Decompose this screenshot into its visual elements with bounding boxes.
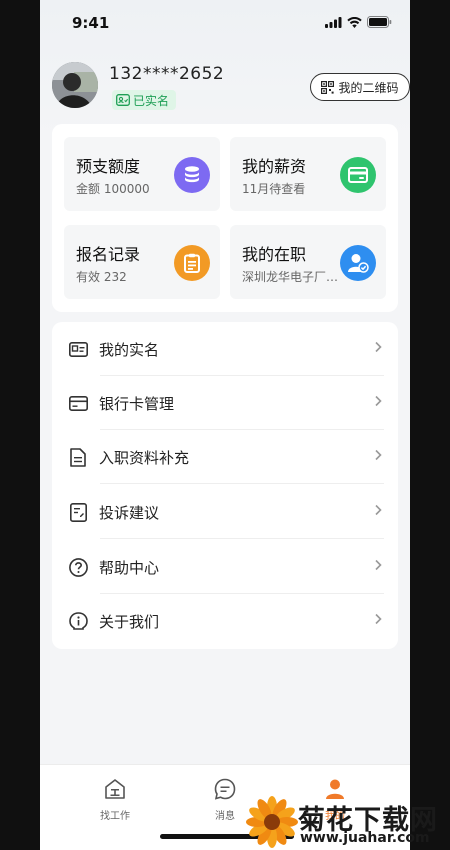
signal-icon [325,16,342,28]
screen: 9:41 132****2652 已实名 我的二维码 预支额度 金额 10000… [40,0,410,850]
watermark: 菊花下载网 www.juahar.com [242,792,450,850]
watermark-url: www.juahar.com [300,830,430,846]
qr-code-label: 我的二维码 [338,80,399,95]
quick-cards-panel: 预支额度 金额 100000 我的薪资 11月待查看 报名记录 有效 232 我… [52,124,398,312]
card-my-employment[interactable]: 我的在职 深圳龙华电子厂… [230,225,386,299]
clipboard-icon [174,245,210,281]
chevron-right-icon [375,504,382,516]
card-title: 预支额度 [76,157,141,176]
menu-item-real-name[interactable]: 我的实名 [52,322,398,376]
menu-label: 银行卡管理 [99,394,175,413]
avatar[interactable] [52,62,98,108]
card-title: 我的在职 [242,245,307,264]
chevron-right-icon [375,613,382,625]
bank-card-icon [67,395,89,411]
feedback-icon [67,502,89,522]
tab-label: 找工作 [100,811,130,822]
message-icon [214,778,236,800]
id-card-icon [67,341,89,357]
menu-item-about-us[interactable]: 关于我们 [52,594,398,648]
card-subtitle: 深圳龙华电子厂… [242,270,339,284]
divider [100,483,384,484]
verified-badge: 已实名 [112,90,177,110]
user-phone: 132****2652 [109,64,225,84]
menu-item-onboarding-docs[interactable]: 入职资料补充 [52,430,398,484]
status-icons [325,16,392,28]
card-subtitle: 11月待查看 [242,182,306,196]
wifi-icon [347,16,362,28]
document-icon [67,447,89,467]
flower-logo-icon [246,796,298,848]
card-my-salary[interactable]: 我的薪资 11月待查看 [230,137,386,211]
card-subtitle: 金额 100000 [76,182,150,196]
work-icon [105,779,125,799]
settings-menu: 我的实名 银行卡管理 入职资料补充 投诉建议 帮助中心 关于我们 [52,322,398,649]
database-icon [174,157,210,193]
menu-item-feedback[interactable]: 投诉建议 [52,485,398,539]
chevron-right-icon [375,449,382,461]
menu-label: 帮助中心 [99,558,160,577]
chevron-right-icon [375,395,382,407]
menu-item-help-center[interactable]: 帮助中心 [52,540,398,594]
status-time: 9:41 [72,14,110,32]
help-icon [67,557,89,577]
card-title: 我的薪资 [242,157,307,176]
divider [100,538,384,539]
avatar-photo [52,62,98,108]
qr-code-button[interactable]: 我的二维码 [310,73,410,101]
status-bar: 9:41 [40,0,410,44]
menu-label: 我的实名 [99,340,160,359]
card-advance-limit[interactable]: 预支额度 金额 100000 [64,137,220,211]
battery-icon [367,16,392,28]
qr-code-icon [321,80,335,94]
menu-item-bank-card[interactable]: 银行卡管理 [52,376,398,430]
tab-find-job[interactable]: 找工作 [75,777,155,822]
verified-label: 已实名 [133,93,170,108]
menu-label: 投诉建议 [99,503,160,522]
chevron-right-icon [375,341,382,353]
card-title: 报名记录 [76,245,141,264]
user-check-icon [340,245,376,281]
card-signup-records[interactable]: 报名记录 有效 232 [64,225,220,299]
chevron-right-icon [375,559,382,571]
menu-label: 关于我们 [99,612,160,631]
wallet-card-icon [340,157,376,193]
verified-id-icon [116,94,130,106]
card-subtitle: 有效 232 [76,270,127,284]
menu-label: 入职资料补充 [99,448,190,467]
info-icon [67,612,89,630]
